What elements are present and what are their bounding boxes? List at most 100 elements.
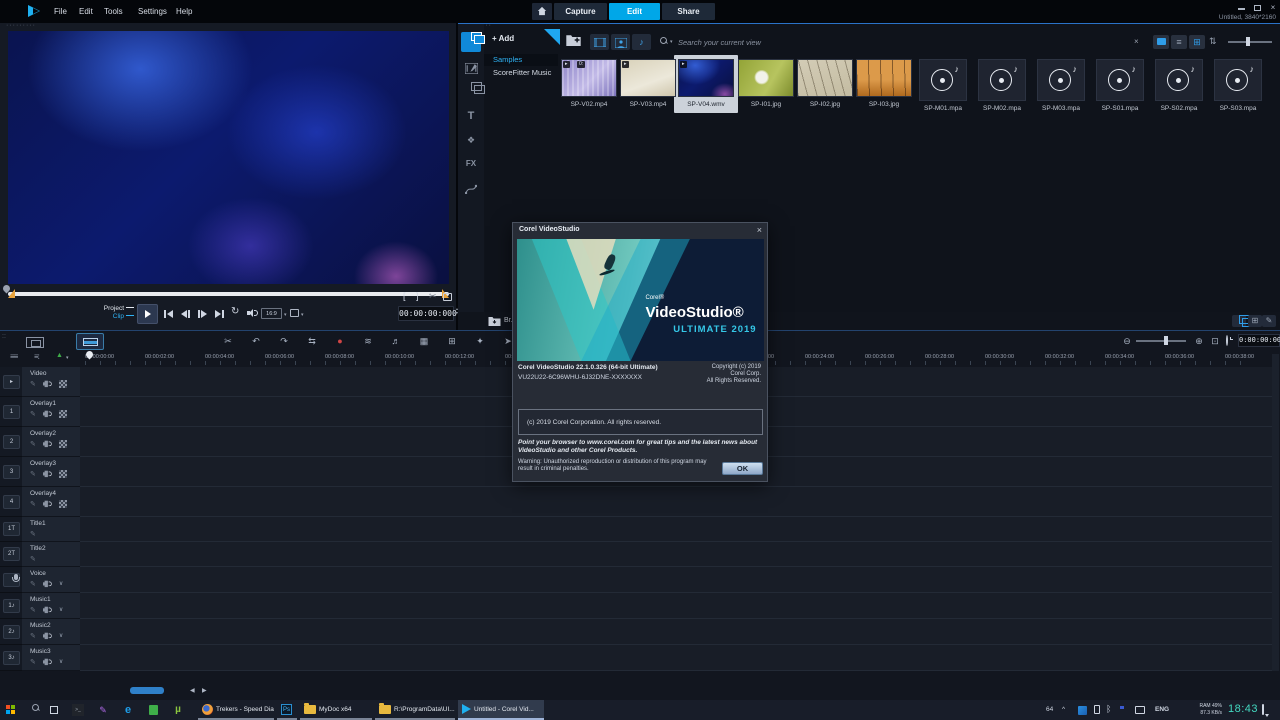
phone-tray-icon[interactable]: [1094, 705, 1100, 714]
search-box[interactable]: ▾ ×: [656, 33, 1146, 51]
preview-timecode[interactable]: 00:00:00:000: [398, 306, 454, 321]
track-mute-icon[interactable]: [43, 470, 50, 477]
go-to-end-button[interactable]: [215, 307, 224, 321]
track-transparency-icon[interactable]: [59, 380, 67, 388]
thumbnail-size-slider-thumb[interactable]: [1246, 37, 1250, 46]
mark-out-button[interactable]: ]: [416, 291, 419, 301]
edge-browser-icon[interactable]: e: [122, 704, 134, 716]
scroll-left-icon[interactable]: ◀: [190, 687, 195, 694]
music-track-icon[interactable]: 1♪: [3, 599, 20, 613]
add-track-button[interactable]: ▲: [56, 352, 62, 359]
window-close-button[interactable]: ×: [1268, 4, 1278, 12]
fade-icon[interactable]: ∨: [59, 632, 63, 639]
taskbar-search-button[interactable]: [26, 704, 38, 716]
undo-button[interactable]: ↶: [249, 336, 263, 347]
title-track-lane[interactable]: [80, 542, 1272, 567]
taskbar-window-videostudio[interactable]: Untitled - Corel Vid...: [458, 700, 544, 720]
tab-edit[interactable]: Edit: [609, 3, 660, 20]
preview-scrubber[interactable]: [8, 292, 449, 296]
dialog-close-icon[interactable]: ×: [757, 225, 762, 235]
audio-thumbnail[interactable]: ♪: [978, 59, 1026, 101]
ok-button[interactable]: OK: [722, 462, 763, 475]
video-track-icon[interactable]: ▸: [3, 375, 20, 389]
fade-icon[interactable]: ∨: [59, 658, 63, 665]
music-track-lane[interactable]: [80, 645, 1272, 671]
ripple-edit-icon[interactable]: ✎: [30, 632, 36, 640]
menu-settings[interactable]: Settings: [138, 7, 167, 16]
overlay-track-icon[interactable]: 3: [3, 465, 20, 479]
media-library-tab[interactable]: [461, 32, 481, 52]
timeline-zoom-out-button[interactable]: ⊖: [1120, 336, 1134, 347]
split-clip-button[interactable]: ✂: [429, 291, 437, 302]
track-manager-button[interactable]: ≡≡: [10, 352, 17, 361]
record-capture-button[interactable]: ●: [333, 336, 347, 346]
thumbnail-view-button[interactable]: [1153, 35, 1169, 49]
overlay-track-icon[interactable]: 4: [3, 495, 20, 509]
enlarge-caret-icon[interactable]: ▾: [301, 312, 304, 318]
list-item[interactable]: ▸ SP-V03.mp4: [620, 59, 676, 108]
search-clear-icon[interactable]: ×: [1134, 37, 1139, 46]
search-input[interactable]: [678, 33, 1108, 51]
timeline-vertical-scrollbar[interactable]: [1272, 354, 1279, 671]
edit-panel-button[interactable]: ✎: [1262, 315, 1276, 327]
ripple-edit-icon[interactable]: ✎: [30, 440, 36, 448]
grid-view-button[interactable]: ⊞: [1189, 35, 1205, 49]
list-item[interactable]: SP-I01.jpg: [738, 59, 794, 108]
title-track-icon[interactable]: 1T: [3, 522, 20, 536]
timeline-zoom-slider-thumb[interactable]: [1164, 336, 1168, 345]
fade-icon[interactable]: ∨: [59, 580, 63, 587]
window-restore-button[interactable]: [1254, 5, 1261, 11]
pin-panel-icon[interactable]: [544, 29, 560, 45]
fit-project-button[interactable]: ⊡: [1208, 336, 1222, 347]
list-item[interactable]: ♪ SP-M03.mpa: [1033, 59, 1089, 112]
fade-icon[interactable]: ∨: [59, 606, 63, 613]
go-to-start-button[interactable]: [164, 307, 173, 321]
track-mute-icon[interactable]: [43, 658, 50, 665]
timeline-zoom-in-button[interactable]: ⊕: [1192, 336, 1206, 347]
video-thumbnail[interactable]: ▸0:: [561, 59, 617, 97]
library-panel-toggle-button[interactable]: [1232, 315, 1246, 327]
ripple-edit-icon[interactable]: ✎: [30, 530, 36, 538]
filter-tab[interactable]: FX: [461, 154, 481, 174]
taskbar-window-programdata[interactable]: R:\ProgramData\UI...: [375, 700, 455, 720]
menu-file[interactable]: File: [54, 7, 67, 16]
tab-share[interactable]: Share: [662, 3, 715, 20]
ime-keyboard-icon[interactable]: [1135, 706, 1145, 714]
track-layout-button[interactable]: ≡:: [34, 352, 39, 361]
task-view-button[interactable]: [48, 704, 60, 716]
ripple-edit-icon[interactable]: ✎: [30, 410, 36, 418]
track-transparency-icon[interactable]: [59, 410, 67, 418]
next-frame-button[interactable]: [198, 307, 207, 321]
filter-audio-button[interactable]: ♪: [632, 34, 651, 50]
list-item[interactable]: ▸0: SP-V02.mp4: [561, 59, 617, 108]
video-thumbnail[interactable]: ▸: [620, 59, 676, 97]
storyboard-view-button[interactable]: [26, 337, 44, 348]
start-button[interactable]: [6, 705, 16, 715]
thumbnail-size-slider[interactable]: [1228, 41, 1272, 43]
preview-video-frame[interactable]: [8, 31, 449, 284]
list-item[interactable]: ♪ SP-S01.mpa: [1092, 59, 1148, 112]
add-folder-button[interactable]: + Add: [492, 34, 514, 43]
audio-thumbnail[interactable]: ♪: [1155, 59, 1203, 101]
repeat-button[interactable]: ↻: [231, 306, 239, 317]
music-track-icon[interactable]: 3♪: [3, 651, 20, 665]
taskbar-window-mydoc[interactable]: MyDoc x64: [300, 700, 372, 720]
scroll-right-icon[interactable]: ▶: [202, 687, 207, 694]
aspect-caret-icon[interactable]: ▾: [284, 312, 287, 318]
track-mute-icon[interactable]: [43, 606, 50, 613]
photo-thumbnail[interactable]: [797, 59, 853, 97]
audio-thumbnail[interactable]: ♪: [1096, 59, 1144, 101]
folder-scorefitter-music[interactable]: ScoreFitter Music: [484, 67, 558, 79]
ripple-edit-icon[interactable]: ✎: [30, 555, 36, 563]
search-caret-icon[interactable]: ▾: [670, 39, 673, 45]
browse-icon[interactable]: [488, 316, 501, 326]
list-item-selected[interactable]: ▸ SP-V04.wmv: [678, 59, 734, 108]
track-mute-icon[interactable]: [43, 440, 50, 447]
taskbar-window-photoshop[interactable]: Ps: [277, 700, 297, 720]
aspect-ratio-selector[interactable]: 16:9: [261, 308, 282, 319]
title-track-lane[interactable]: [80, 517, 1272, 542]
list-item[interactable]: SP-I03.jpg: [856, 59, 912, 108]
voice-track-lane[interactable]: [80, 567, 1272, 593]
sort-button[interactable]: ⇅: [1209, 36, 1217, 47]
audio-thumbnail[interactable]: ♪: [919, 59, 967, 101]
